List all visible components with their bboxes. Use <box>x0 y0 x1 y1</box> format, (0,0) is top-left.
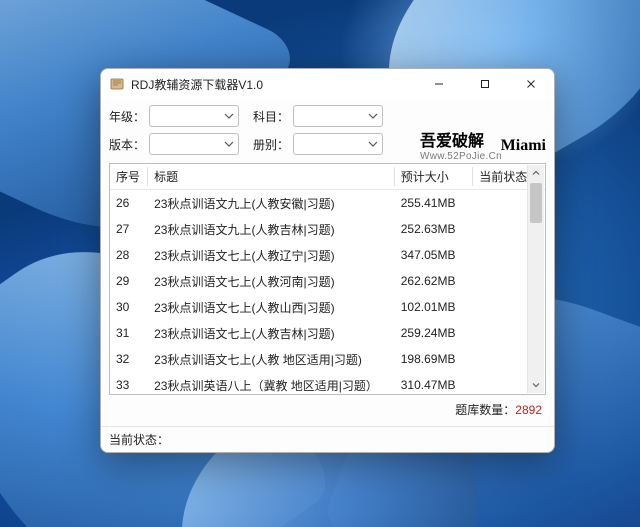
cell-title: 23秋点训语文七上(人教河南|习题) <box>148 268 395 294</box>
total-count-row: 题库数量：2892 <box>109 395 546 422</box>
table-row[interactable]: 2623秋点训语文九上(人教安徽|习题)255.41MB <box>110 190 545 217</box>
cell-seq: 32 <box>110 346 148 372</box>
statusbar: 当前状态： <box>101 426 554 452</box>
result-table-container: 序号 标题 预计大小 当前状态 2623秋点训语文九上(人教安徽|习题)255.… <box>109 163 546 395</box>
volume-label: 册别： <box>253 136 289 153</box>
logo-text: 吾爱破解 <box>420 133 502 151</box>
result-table: 序号 标题 预计大小 当前状态 2623秋点训语文九上(人教安徽|习题)255.… <box>110 164 545 395</box>
cell-size: 198.69MB <box>395 346 473 372</box>
cell-size: 347.05MB <box>395 242 473 268</box>
cell-size: 102.01MB <box>395 294 473 320</box>
scroll-up-button[interactable] <box>528 165 544 181</box>
cell-size: 310.47MB <box>395 372 473 395</box>
titlebar[interactable]: RDJ教辅资源下载器V1.0 <box>101 69 554 99</box>
scroll-down-button[interactable] <box>528 377 544 393</box>
app-icon <box>109 76 125 92</box>
chevron-down-icon <box>368 111 378 121</box>
logo-url: Www.52PoJie.Cn <box>420 151 502 162</box>
cell-seq: 33 <box>110 372 148 395</box>
cell-seq: 26 <box>110 190 148 217</box>
cell-seq: 31 <box>110 320 148 346</box>
vertical-scrollbar[interactable] <box>527 165 544 393</box>
table-row[interactable]: 3323秋点训英语八上（冀教 地区适用|习题）310.47MB <box>110 372 545 395</box>
chevron-down-icon <box>224 139 234 149</box>
minimize-button[interactable] <box>416 69 462 99</box>
scroll-track[interactable] <box>528 181 544 377</box>
version-combo[interactable] <box>149 133 239 155</box>
col-size[interactable]: 预计大小 <box>395 164 473 190</box>
col-seq[interactable]: 序号 <box>110 164 148 190</box>
cell-seq: 27 <box>110 216 148 242</box>
scroll-thumb[interactable] <box>530 183 542 223</box>
total-value: 2892 <box>515 403 542 417</box>
subject-label: 科目： <box>253 108 289 125</box>
chevron-down-icon <box>224 111 234 121</box>
close-button[interactable] <box>508 69 554 99</box>
client-area: 吾爱破解 Www.52PoJie.Cn Miami 年级： 科目： 版本： <box>101 99 554 426</box>
table-row[interactable]: 2723秋点训语文九上(人教吉林|习题)252.63MB <box>110 216 545 242</box>
window-title: RDJ教辅资源下载器V1.0 <box>131 76 416 93</box>
table-row[interactable]: 2823秋点训语文七上(人教辽宁|习题)347.05MB <box>110 242 545 268</box>
cell-seq: 29 <box>110 268 148 294</box>
table-row[interactable]: 2923秋点训语文七上(人教河南|习题)262.62MB <box>110 268 545 294</box>
table-row[interactable]: 3023秋点训语文七上(人教山西|习题)102.01MB <box>110 294 545 320</box>
cell-title: 23秋点训语文七上(人教 地区适用|习题) <box>148 346 395 372</box>
status-label: 当前状态： <box>109 431 169 448</box>
cell-size: 259.24MB <box>395 320 473 346</box>
site-logo: 吾爱破解 Www.52PoJie.Cn Miami <box>462 133 544 162</box>
version-label: 版本： <box>109 136 145 153</box>
logo-suffix: Miami <box>501 137 546 155</box>
cell-seq: 30 <box>110 294 148 320</box>
cell-title: 23秋点训语文九上(人教吉林|习题) <box>148 216 395 242</box>
table-row[interactable]: 3123秋点训语文七上(人教吉林|习题)259.24MB <box>110 320 545 346</box>
app-window: RDJ教辅资源下载器V1.0 吾爱破解 Www.52PoJie.Cn Miami… <box>100 68 555 453</box>
cell-title: 23秋点训语文九上(人教安徽|习题) <box>148 190 395 217</box>
cell-size: 255.41MB <box>395 190 473 217</box>
maximize-button[interactable] <box>462 69 508 99</box>
table-row[interactable]: 3223秋点训语文七上(人教 地区适用|习题)198.69MB <box>110 346 545 372</box>
volume-combo[interactable] <box>293 133 383 155</box>
cell-size: 262.62MB <box>395 268 473 294</box>
total-label: 题库数量： <box>455 403 515 417</box>
cell-size: 252.63MB <box>395 216 473 242</box>
grade-combo[interactable] <box>149 105 239 127</box>
col-title[interactable]: 标题 <box>148 164 395 190</box>
cell-title: 23秋点训语文七上(人教山西|习题) <box>148 294 395 320</box>
cell-title: 23秋点训语文七上(人教吉林|习题) <box>148 320 395 346</box>
cell-seq: 28 <box>110 242 148 268</box>
table-header-row[interactable]: 序号 标题 预计大小 当前状态 <box>110 164 545 190</box>
grade-label: 年级： <box>109 108 145 125</box>
cell-title: 23秋点训英语八上（冀教 地区适用|习题） <box>148 372 395 395</box>
cell-title: 23秋点训语文七上(人教辽宁|习题) <box>148 242 395 268</box>
subject-combo[interactable] <box>293 105 383 127</box>
chevron-down-icon <box>368 139 378 149</box>
